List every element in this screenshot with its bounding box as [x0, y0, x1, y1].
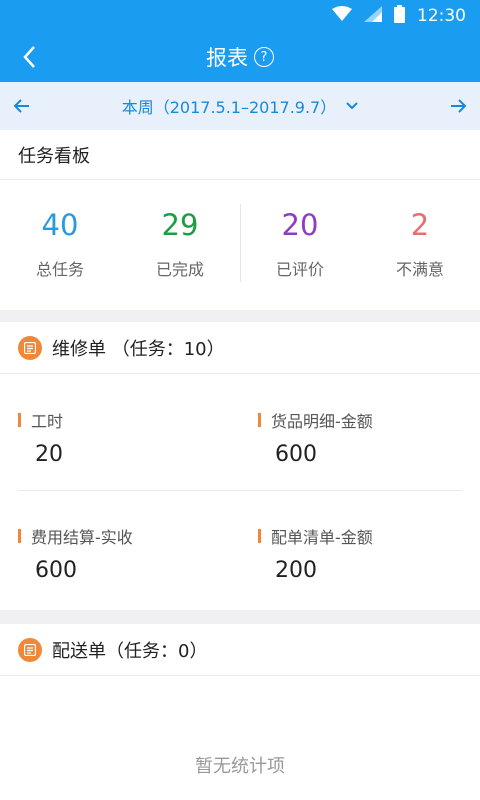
stat-value: 29	[161, 208, 199, 242]
metrics-divider	[18, 490, 462, 491]
repair-order-card: 维修单 （任务：10） 工时 20 货品明细-金额 600 费用结算-实收 60…	[0, 322, 480, 610]
accent-bar	[18, 529, 21, 543]
delivery-order-header[interactable]: 配送单（任务：0）	[0, 624, 480, 676]
battery-icon	[394, 4, 405, 28]
metric-labor-hours: 工时 20	[18, 408, 218, 467]
task-board-title: 任务看板	[0, 130, 480, 180]
metric-label: 货品明细-金额	[271, 412, 373, 431]
page-title: 报表 ?	[206, 42, 274, 72]
arrow-left-icon	[14, 99, 29, 113]
app-bar: 报表 ?	[0, 32, 480, 82]
previous-period-button[interactable]	[10, 94, 34, 118]
delivery-order-title: 配送单（任务：0）	[52, 640, 208, 662]
stat-label: 已完成	[155, 260, 204, 279]
metric-label: 配单清单-金额	[271, 528, 373, 547]
metric-value: 600	[275, 442, 317, 467]
status-time: 12:30	[417, 6, 466, 26]
delivery-order-card: 配送单（任务：0） 暂无统计项	[0, 624, 480, 800]
metric-settlement-received: 费用结算-实收 600	[18, 524, 218, 583]
stat-unsatisfied[interactable]: 2 不满意	[360, 180, 480, 310]
metric-value: 20	[35, 442, 63, 467]
stat-label: 不满意	[395, 260, 444, 279]
metric-goods-amount: 货品明细-金额 600	[258, 408, 458, 467]
chevron-left-icon	[23, 46, 35, 68]
stat-completed[interactable]: 29 已完成	[120, 180, 240, 310]
chevron-down-icon	[346, 102, 358, 110]
date-range-selector[interactable]: 本周（2017.5.1–2017.9.7）	[122, 94, 359, 118]
back-button[interactable]	[12, 40, 46, 74]
stat-label: 总任务	[35, 260, 84, 279]
empty-state-text: 暂无统计项	[195, 756, 285, 777]
metric-value: 200	[275, 558, 317, 583]
arrow-right-icon	[451, 99, 466, 113]
accent-bar	[258, 529, 261, 543]
repair-order-title: 维修单 （任务：10）	[52, 338, 225, 360]
document-icon	[18, 637, 42, 662]
date-range-bar: 本周（2017.5.1–2017.9.7）	[0, 82, 480, 130]
repair-metrics: 工时 20 货品明细-金额 600 费用结算-实收 600 配单清单-金额 20…	[0, 374, 480, 610]
metric-label: 工时	[31, 412, 64, 431]
stat-total-tasks[interactable]: 40 总任务	[0, 180, 120, 310]
status-bar: 12:30	[0, 0, 480, 32]
repair-order-header[interactable]: 维修单 （任务：10）	[0, 322, 480, 374]
accent-bar	[18, 413, 21, 427]
next-period-button[interactable]	[446, 94, 470, 118]
metric-label: 费用结算-实收	[31, 528, 133, 547]
stat-value: 20	[281, 208, 319, 242]
wifi-icon	[332, 5, 352, 27]
signal-icon	[364, 5, 382, 27]
date-range-label: 本周（2017.5.1–2017.9.7）	[121, 98, 337, 117]
metric-parts-list-amount: 配单清单-金额 200	[258, 524, 458, 583]
page-title-text: 报表	[206, 46, 248, 70]
stat-value: 40	[41, 208, 79, 242]
metric-value: 600	[35, 558, 77, 583]
document-icon	[18, 335, 42, 360]
help-icon[interactable]: ?	[254, 47, 274, 67]
stat-value: 2	[410, 208, 430, 242]
stat-label: 已评价	[275, 260, 324, 279]
task-board-card: 任务看板 40 总任务 29 已完成 20 已评价 2 不满意	[0, 130, 480, 310]
task-stats: 40 总任务 29 已完成 20 已评价 2 不满意	[0, 180, 480, 310]
accent-bar	[258, 413, 261, 427]
stats-divider	[240, 204, 241, 282]
stat-rated[interactable]: 20 已评价	[240, 180, 360, 310]
